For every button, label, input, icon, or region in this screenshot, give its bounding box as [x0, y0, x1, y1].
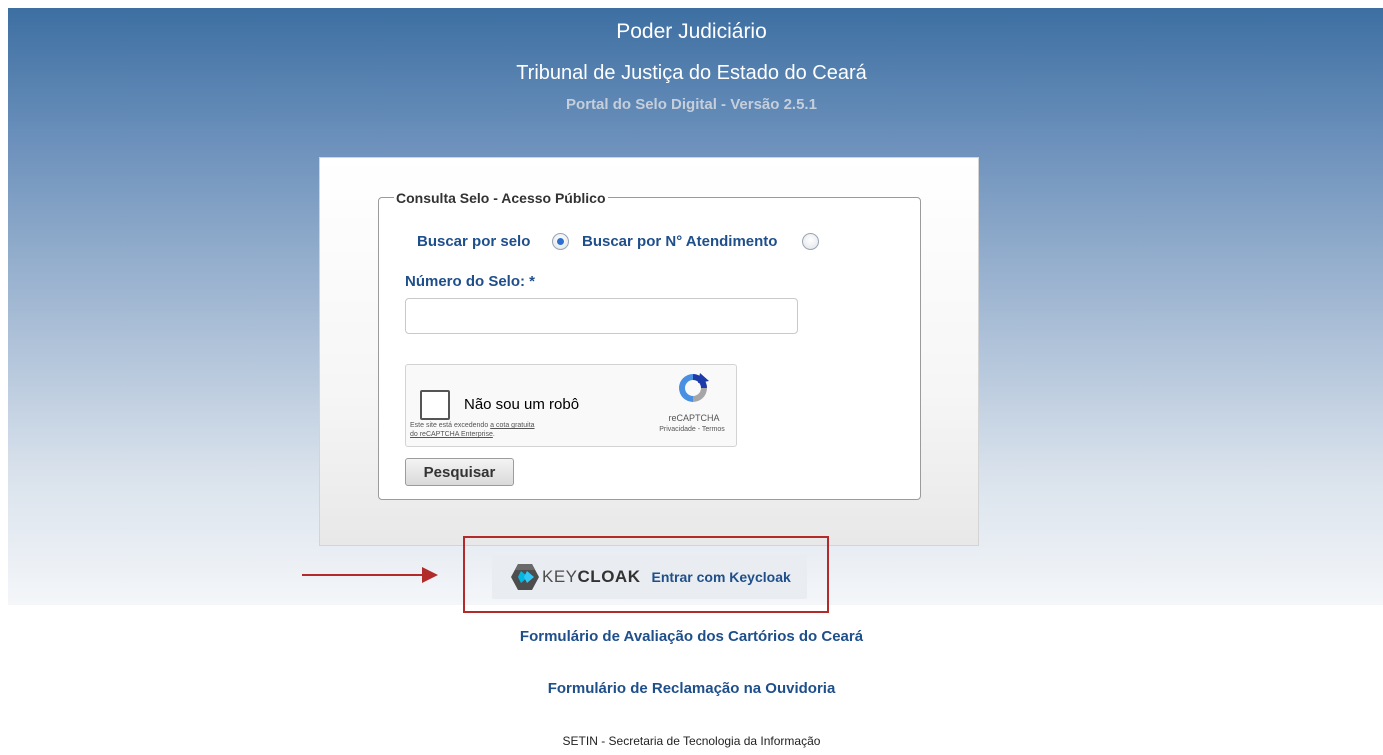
- radio-atendimento-label[interactable]: Buscar por N° Atendimento: [582, 233, 777, 250]
- numero-selo-label: Número do Selo: *: [405, 273, 536, 290]
- keycloak-login-button[interactable]: KEYCLOAK Entrar com Keycloak: [492, 555, 807, 599]
- recaptcha-quota-link[interactable]: a cota gratuita: [490, 422, 534, 429]
- recaptcha-quota-note: Este site está excedendo a cota gratuita…: [410, 421, 610, 439]
- recaptcha-logo-icon: [679, 373, 709, 402]
- header-title: Poder Judiciário: [616, 20, 767, 43]
- recaptcha-enterprise-link[interactable]: do reCAPTCHA Enterprise: [410, 431, 493, 438]
- avaliacao-cartorios-link[interactable]: Formulário de Avaliação dos Cartórios do…: [0, 628, 1383, 645]
- fieldset-legend: Consulta Selo - Acesso Público: [394, 190, 608, 206]
- footer-text: SETIN - Secretaria de Tecnologia da Info…: [562, 734, 821, 748]
- portal-version: Portal do Selo Digital - Versão 2.5.1: [566, 96, 817, 113]
- annotation-arrow-line: [302, 574, 424, 576]
- keycloak-button-label: Entrar com Keycloak: [651, 569, 791, 585]
- keycloak-logo-icon: [511, 564, 539, 590]
- recaptcha-note-text: Este site está excedendo: [410, 422, 491, 429]
- keycloak-brand-prefix: KEY: [542, 567, 578, 586]
- recaptcha-label: Não sou um robô: [464, 396, 580, 413]
- recaptcha-note-end: .: [492, 431, 495, 438]
- keycloak-brand-suffix: CLOAK: [577, 567, 641, 586]
- numero-selo-input[interactable]: [405, 298, 798, 334]
- radio-selo[interactable]: [552, 233, 569, 250]
- header-subtitle: Tribunal de Justiça do Estado do Ceará: [516, 62, 867, 84]
- recaptcha-widget: Não sou um robô Este site está excedendo…: [405, 364, 737, 447]
- radio-selo-label[interactable]: Buscar por selo: [417, 233, 530, 250]
- recaptcha-brand: reCAPTCHA: [668, 413, 720, 423]
- radio-atendimento[interactable]: [802, 233, 819, 250]
- keycloak-brand: KEYCLOAK: [542, 567, 640, 587]
- recaptcha-links[interactable]: Privacidade - Termos: [642, 426, 742, 433]
- search-button[interactable]: Pesquisar: [405, 458, 514, 486]
- recaptcha-checkbox[interactable]: [420, 390, 450, 420]
- ouvidoria-link[interactable]: Formulário de Reclamação na Ouvidoria: [0, 680, 1383, 697]
- annotation-arrow-icon: [422, 567, 438, 583]
